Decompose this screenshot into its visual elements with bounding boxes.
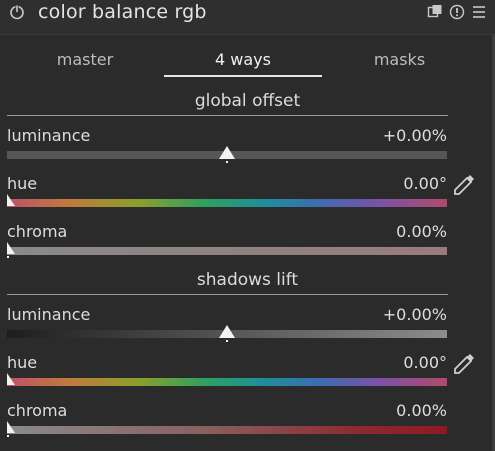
- shadows-hue-value[interactable]: 0.00°: [403, 353, 447, 372]
- slider-marker[interactable]: [218, 145, 236, 165]
- tab-4-ways[interactable]: 4 ways: [164, 44, 322, 76]
- slider-marker[interactable]: [6, 420, 16, 440]
- presets-icon[interactable]: [427, 4, 443, 20]
- power-icon[interactable]: [9, 4, 25, 20]
- shadows-hue-slider[interactable]: [7, 378, 447, 386]
- color-picker-icon[interactable]: [451, 351, 477, 377]
- shadows-hue-label: hue: [7, 353, 38, 372]
- color-picker-icon[interactable]: [451, 172, 477, 198]
- slider-marker[interactable]: [6, 372, 16, 388]
- section-divider: [7, 294, 448, 295]
- global-luminance-label: luminance: [7, 126, 91, 145]
- tab-bar: master 4 ways masks: [0, 44, 495, 78]
- shadows-luminance-label: luminance: [7, 305, 91, 324]
- tab-master[interactable]: master: [0, 44, 170, 76]
- shadows-chroma-slider[interactable]: [7, 426, 447, 434]
- global-hue-label: hue: [7, 174, 38, 193]
- shadows-chroma-value[interactable]: 0.00%: [396, 401, 447, 420]
- global-chroma-label: chroma: [7, 222, 68, 241]
- slider-marker[interactable]: [6, 241, 16, 261]
- slider-marker[interactable]: [218, 324, 236, 344]
- module-header: color balance rgb: [0, 0, 495, 35]
- shadows-chroma-label: chroma: [7, 401, 68, 420]
- global-luminance-value[interactable]: +0.00%: [383, 126, 447, 145]
- section-divider: [7, 115, 448, 116]
- shadows-luminance-value[interactable]: +0.00%: [383, 305, 447, 324]
- section-title-global-offset: global offset: [194, 91, 301, 111]
- slider-marker[interactable]: [6, 193, 16, 209]
- section-title-shadows-lift: shadows lift: [196, 270, 299, 290]
- menu-icon[interactable]: [471, 4, 487, 20]
- global-chroma-slider[interactable]: [7, 247, 447, 255]
- global-hue-slider[interactable]: [7, 199, 447, 207]
- global-chroma-value[interactable]: 0.00%: [396, 222, 447, 241]
- tab-masks[interactable]: masks: [322, 44, 477, 76]
- module-title: color balance rgb: [38, 1, 207, 23]
- active-tab-indicator: [164, 75, 322, 77]
- reset-icon[interactable]: [449, 4, 465, 20]
- global-hue-value[interactable]: 0.00°: [403, 174, 447, 193]
